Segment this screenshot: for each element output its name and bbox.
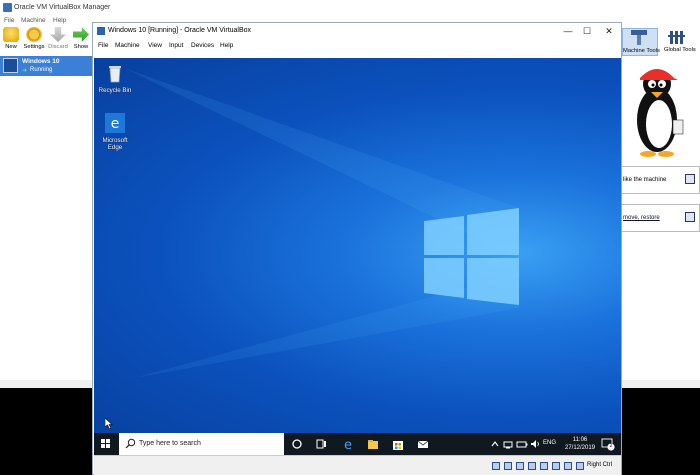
taskbar-search-box[interactable]: Type here to search: [119, 433, 284, 455]
recycle-bin-icon: [109, 66, 121, 83]
penguin-mascot-image: [637, 69, 684, 157]
discard-button[interactable]: Discard: [47, 26, 69, 54]
gear-icon: [26, 27, 42, 42]
action-center-button[interactable]: 2: [601, 437, 615, 451]
svg-text:e: e: [344, 438, 352, 451]
hard-disk-status-icon[interactable]: [492, 462, 500, 470]
taskbar-clock[interactable]: 11:06 27/12/2019: [562, 436, 598, 452]
menu-machine[interactable]: Machine: [21, 17, 46, 24]
vm-menu-devices[interactable]: Devices: [191, 42, 214, 49]
vm-list: Windows 10 ➜ Running: [0, 54, 94, 380]
edge-browser-icon: e: [105, 113, 125, 133]
vm-list-item-windows-10[interactable]: Windows 10 ➜ Running: [0, 56, 94, 76]
maximize-icon[interactable]: ☐: [580, 25, 594, 37]
cortana-icon[interactable]: [290, 437, 304, 451]
svg-text:e: e: [111, 116, 120, 132]
vm-menu-view[interactable]: View: [148, 42, 162, 49]
manager-title: Oracle VM VirtualBox Manager: [14, 4, 111, 11]
guest-taskbar: Type here to search e ENG 11:06 27/12/20…: [94, 433, 621, 455]
network-status-icon[interactable]: [528, 462, 536, 470]
global-tools-button[interactable]: Global Tools: [662, 28, 698, 56]
desktop-icon-recycle-bin[interactable]: Recycle Bin: [97, 63, 133, 94]
windows-wallpaper-logo: [124, 68, 519, 378]
menu-help[interactable]: Help: [53, 17, 66, 24]
windows-start-icon: [101, 439, 110, 448]
edge-taskbar-icon[interactable]: e: [341, 437, 355, 451]
vm-name: Windows 10: [22, 58, 60, 65]
start-button[interactable]: [94, 433, 118, 455]
battery-icon[interactable]: [516, 437, 528, 451]
hammer-icon: [631, 30, 647, 45]
machine-tools-button[interactable]: Machine Tools: [622, 28, 660, 56]
vm-title-bar: Windows 10 [Running] - Oracle VM Virtual…: [93, 23, 621, 40]
close-icon[interactable]: ✕: [602, 25, 616, 37]
shared-folders-status-icon[interactable]: [552, 462, 560, 470]
vm-window: Windows 10 [Running] - Oracle VM Virtual…: [92, 22, 622, 475]
tools-hint-snapshots: move, restore: [620, 204, 700, 232]
vm-status-bar: Right Ctrl: [94, 455, 621, 475]
usb-status-icon[interactable]: [540, 462, 548, 470]
desktop-icon-microsoft-edge[interactable]: e Microsoft Edge: [97, 113, 133, 151]
new-button[interactable]: New: [0, 26, 22, 54]
running-arrow-icon: ➜: [22, 68, 28, 74]
manager-toolbar: New Settings Discard Show: [0, 26, 94, 54]
file-explorer-icon[interactable]: [366, 437, 380, 451]
vm-menu-input[interactable]: Input: [169, 42, 183, 49]
volume-icon[interactable]: [529, 437, 541, 451]
clock-date: 27/12/2019: [564, 445, 596, 451]
settings-button[interactable]: Settings: [23, 26, 45, 54]
minimize-icon[interactable]: —: [561, 25, 575, 37]
vm-status: Running: [30, 67, 53, 73]
details-icon: [685, 174, 695, 184]
guest-desktop[interactable]: Recycle Bin e Microsoft Edge: [94, 58, 621, 433]
host-key-label: Right Ctrl: [587, 462, 613, 468]
vm-menu-file[interactable]: File: [98, 42, 108, 49]
manager-title-bar: Oracle VM VirtualBox Manager: [0, 0, 700, 16]
display-status-icon[interactable]: [564, 462, 572, 470]
audio-status-icon[interactable]: [516, 462, 524, 470]
global-tools-icon: [668, 31, 685, 44]
discard-arrow-icon: [50, 27, 66, 42]
show-arrow-icon: [73, 27, 89, 42]
input-language-indicator[interactable]: ENG: [543, 440, 556, 446]
task-view-icon[interactable]: [314, 437, 328, 451]
mouse-cursor-icon: [105, 418, 113, 429]
windows-os-icon: [3, 58, 18, 73]
snapshots-icon: [685, 212, 695, 222]
show-button[interactable]: Show: [70, 26, 92, 54]
virtualbox-icon: [3, 3, 12, 12]
show-hidden-icons-chevron[interactable]: [490, 437, 500, 451]
notification-count: 2: [609, 443, 613, 449]
optical-drive-status-icon[interactable]: [504, 462, 512, 470]
virtualbox-icon: [97, 27, 105, 35]
vm-menu-machine[interactable]: Machine: [115, 42, 140, 49]
screen: Oracle VM VirtualBox Manager File Machin…: [0, 0, 700, 475]
mouse-integration-status-icon[interactable]: [576, 462, 584, 470]
new-icon: [3, 27, 19, 42]
network-icon[interactable]: [502, 437, 514, 451]
menu-file[interactable]: File: [4, 17, 14, 24]
vm-menu-help[interactable]: Help: [220, 42, 233, 49]
store-icon[interactable]: [391, 437, 405, 451]
mail-icon[interactable]: [416, 437, 430, 451]
search-icon: [125, 438, 136, 449]
clock-time: 11:06: [572, 437, 588, 443]
tools-hint-details: like the machine: [620, 166, 700, 194]
vm-window-title: Windows 10 [Running] - Oracle VM Virtual…: [108, 27, 252, 34]
manager-tools-pane: Machine Tools Global Tools like the mach…: [620, 26, 700, 380]
vm-menu-bar: File Machine View Input Devices Help: [93, 40, 621, 52]
